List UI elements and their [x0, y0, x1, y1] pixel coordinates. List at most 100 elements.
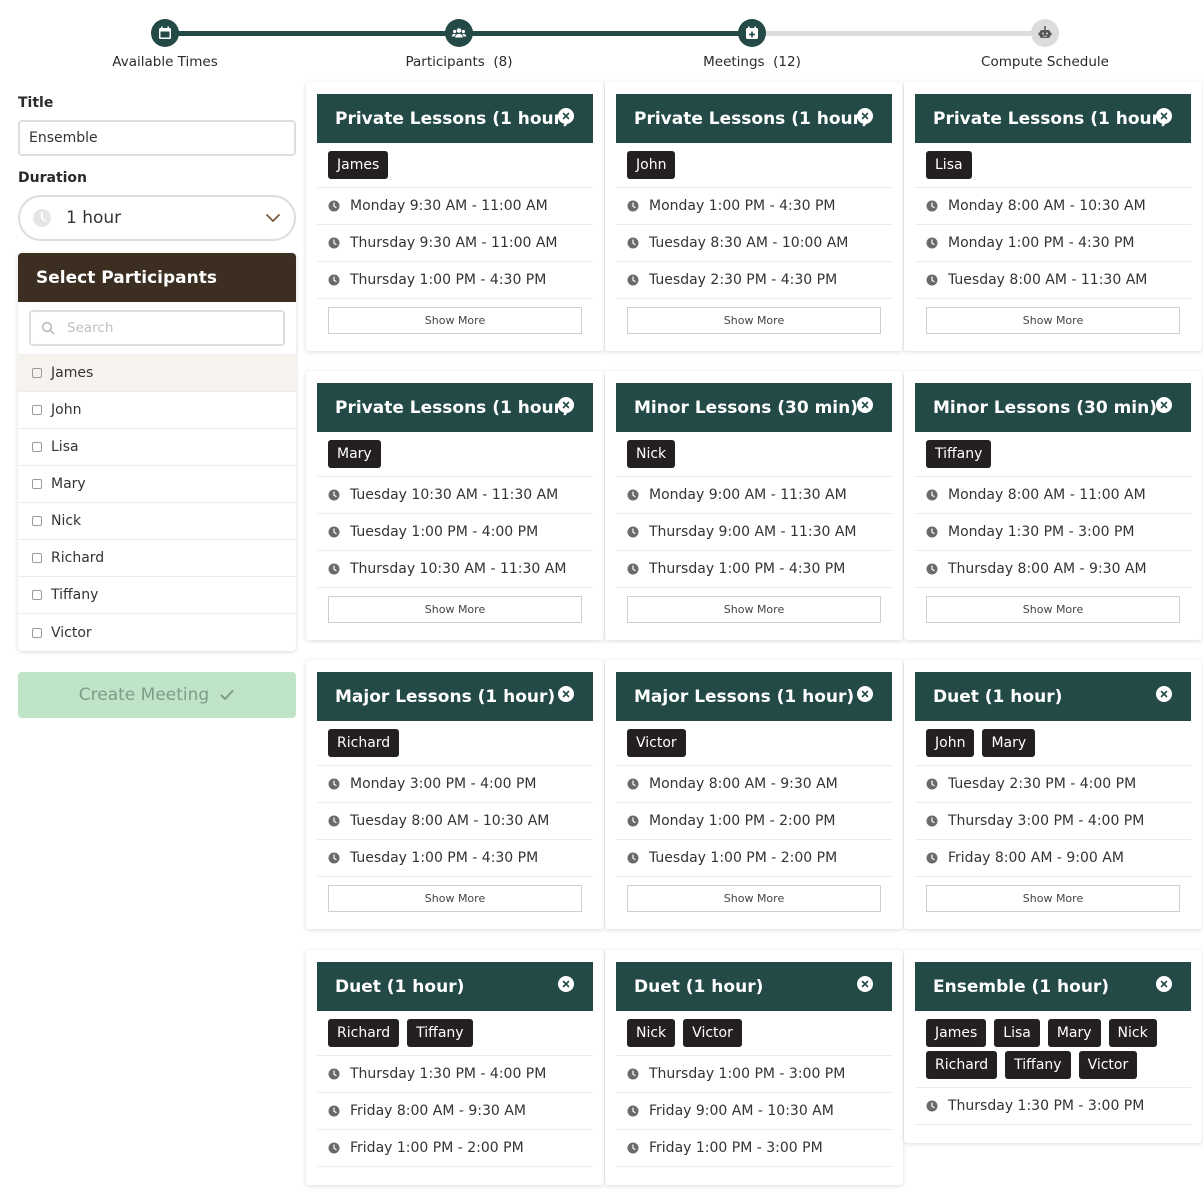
participant-search[interactable] — [29, 310, 285, 346]
show-more-wrap: Show More — [616, 877, 892, 929]
show-more-button[interactable]: Show More — [627, 307, 881, 334]
time-slot: Monday 8:00 AM - 9:30 AM — [616, 766, 892, 803]
participant-option[interactable]: Victor — [18, 614, 296, 651]
time-slot: Tuesday 2:30 PM - 4:00 PM — [915, 766, 1191, 803]
card-spacer — [915, 1125, 1191, 1143]
clock-icon — [926, 200, 938, 212]
meeting-card-header: Duet (1 hour) — [317, 962, 593, 1011]
meeting-card-header: Private Lessons (1 hour) — [915, 94, 1191, 143]
meeting-title: Duet (1 hour) — [933, 686, 1063, 707]
meeting-participants: James — [317, 143, 593, 188]
checkbox[interactable] — [32, 405, 42, 415]
close-icon[interactable] — [857, 976, 873, 992]
search-input[interactable] — [67, 320, 267, 336]
close-icon[interactable] — [1156, 108, 1172, 124]
participant-option[interactable]: Lisa — [18, 429, 296, 466]
show-more-button[interactable]: Show More — [627, 885, 881, 912]
participant-option[interactable]: John — [18, 392, 296, 429]
show-more-button[interactable]: Show More — [328, 307, 582, 334]
clock-icon — [627, 237, 639, 249]
time-slot-text: Monday 8:00 AM - 9:30 AM — [649, 776, 838, 792]
time-slot: Friday 8:00 AM - 9:30 AM — [317, 1093, 593, 1130]
close-icon[interactable] — [558, 976, 574, 992]
progress-stepper: Available Times Participants (8) Meeting… — [0, 0, 1203, 80]
participant-option[interactable]: Nick — [18, 503, 296, 540]
participant-chip: James — [926, 1019, 987, 1047]
checkbox[interactable] — [32, 516, 42, 526]
time-slot-text: Friday 1:00 PM - 3:00 PM — [649, 1140, 823, 1156]
duration-select[interactable]: 1 hour — [18, 195, 296, 241]
meeting-participants: Mary — [317, 432, 593, 477]
time-slot: Thursday 1:30 PM - 4:00 PM — [317, 1056, 593, 1093]
checkbox[interactable] — [32, 442, 42, 452]
clock-icon — [627, 200, 639, 212]
meeting-participants: James Lisa Mary Nick Richard Tiffany Victor — [915, 1011, 1191, 1088]
participant-chip: Mary — [982, 729, 1036, 757]
participant-chip: Nick — [627, 440, 676, 468]
close-icon[interactable] — [558, 108, 574, 124]
participant-option[interactable]: Richard — [18, 540, 296, 577]
show-more-wrap: Show More — [915, 588, 1191, 640]
show-more-button[interactable]: Show More — [926, 885, 1180, 912]
show-more-wrap: Show More — [616, 588, 892, 640]
meeting-participants: Richard — [317, 721, 593, 766]
time-slot: Monday 8:00 AM - 11:00 AM — [915, 477, 1191, 514]
clock-icon — [627, 1142, 639, 1154]
close-icon[interactable] — [1156, 686, 1172, 702]
checkbox[interactable] — [32, 479, 42, 489]
close-icon[interactable] — [558, 397, 574, 413]
participant-option[interactable]: Tiffany — [18, 577, 296, 614]
close-icon[interactable] — [1156, 976, 1172, 992]
meeting-card: Ensemble (1 hour) James Lisa Mary Nick Richar… — [904, 950, 1202, 1143]
participant-chip: Tiffany — [926, 440, 992, 468]
close-icon[interactable] — [558, 686, 574, 702]
users-icon — [445, 19, 473, 47]
participant-option[interactable]: Mary — [18, 466, 296, 503]
close-icon[interactable] — [857, 108, 873, 124]
show-more-button[interactable]: Show More — [926, 596, 1180, 623]
checkbox[interactable] — [32, 553, 42, 563]
step-meetings[interactable]: Meetings (12) — [652, 19, 852, 70]
show-more-button[interactable]: Show More — [328, 885, 582, 912]
step-available-times[interactable]: Available Times — [65, 19, 265, 70]
close-icon[interactable] — [857, 397, 873, 413]
close-icon[interactable] — [1156, 397, 1172, 413]
show-more-wrap: Show More — [915, 299, 1191, 351]
close-icon[interactable] — [857, 686, 873, 702]
clock-icon — [627, 489, 639, 501]
time-slot-text: Tuesday 1:00 PM - 2:00 PM — [649, 850, 838, 866]
select-participants-panel: Select Participants James John Lisa Mary Nic… — [18, 253, 296, 651]
participant-chip: Tiffany — [1005, 1051, 1071, 1079]
time-slot: Friday 8:00 AM - 9:00 AM — [915, 840, 1191, 877]
clock-icon — [926, 815, 938, 827]
time-slot-text: Monday 1:00 PM - 4:30 PM — [948, 235, 1135, 251]
checkbox[interactable] — [32, 590, 42, 600]
meeting-title: Major Lessons (1 hour) — [634, 686, 855, 707]
chevron-down-icon — [266, 214, 280, 222]
time-slot-text: Tuesday 10:30 AM - 11:30 AM — [350, 487, 559, 503]
meeting-card-header: Major Lessons (1 hour) — [317, 672, 593, 721]
checkmark-icon — [220, 690, 234, 700]
show-more-button[interactable]: Show More — [328, 596, 582, 623]
checkbox[interactable] — [32, 368, 42, 378]
meeting-card: Major Lessons (1 hour) Victor Monday 8:00 … — [605, 660, 903, 929]
step-compute-schedule[interactable]: Compute Schedule — [945, 19, 1145, 70]
show-more-button[interactable]: Show More — [627, 596, 881, 623]
clock-icon — [926, 1100, 938, 1112]
step-participants[interactable]: Participants (8) — [359, 19, 559, 70]
meeting-participants: Victor — [616, 721, 892, 766]
show-more-wrap: Show More — [317, 588, 593, 640]
show-more-button[interactable]: Show More — [926, 307, 1180, 334]
create-meeting-button[interactable]: Create Meeting — [18, 672, 296, 718]
meeting-card-header: Private Lessons (1 hour) — [317, 94, 593, 143]
participant-option[interactable]: James — [18, 355, 296, 392]
checkbox[interactable] — [32, 627, 42, 638]
time-slot-text: Thursday 1:00 PM - 4:30 PM — [350, 272, 547, 288]
meeting-card-header: Duet (1 hour) — [616, 962, 892, 1011]
title-input[interactable] — [18, 120, 296, 156]
meeting-card: Duet (1 hour) Nick Victor Thursday 1:00 PM … — [605, 950, 903, 1185]
time-slot: Thursday 1:00 PM - 4:30 PM — [317, 262, 593, 299]
meeting-title: Private Lessons (1 hour) — [335, 108, 570, 129]
search-icon — [41, 321, 55, 335]
participant-name: Nick — [51, 513, 82, 529]
